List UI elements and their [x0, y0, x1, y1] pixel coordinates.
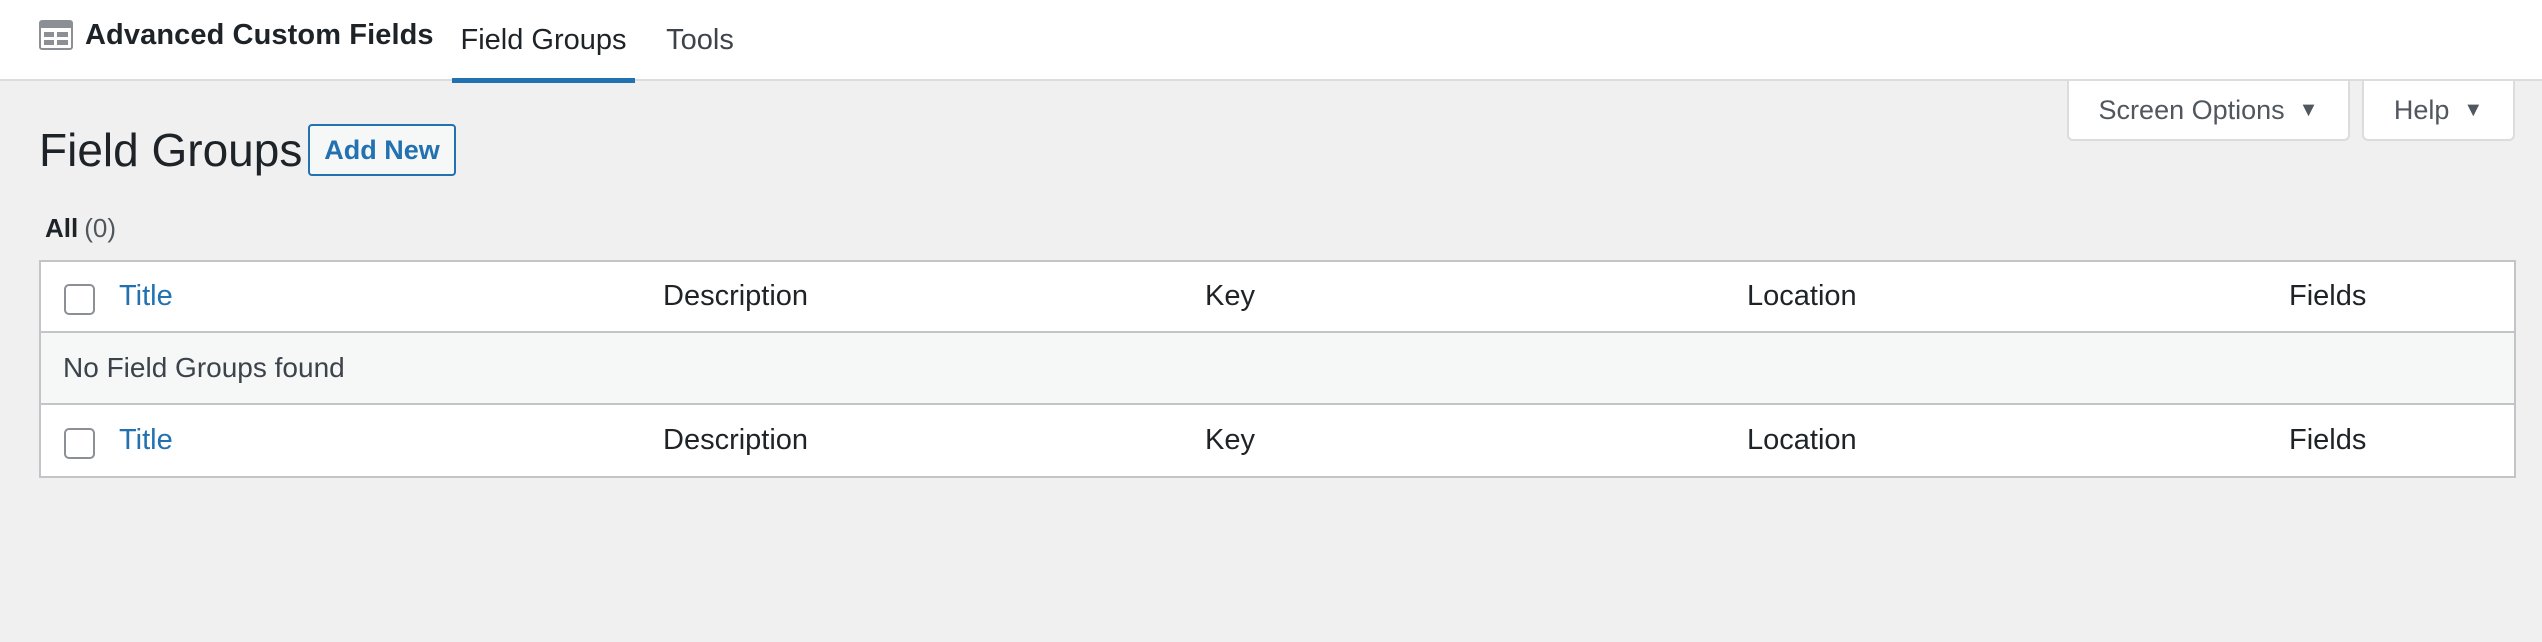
- table-empty-row: No Field Groups found: [41, 333, 2514, 405]
- filter-all-link[interactable]: All: [45, 213, 78, 243]
- column-header-description: Description: [663, 280, 809, 312]
- brand: Advanced Custom Fields: [39, 16, 434, 54]
- column-header-fields: Fields: [2289, 280, 2367, 312]
- screen-options-label: Screen Options: [2098, 94, 2285, 125]
- column-footer-description: Description: [663, 424, 809, 456]
- table-header-row: Title Description Key Location Fields: [41, 262, 2514, 333]
- column-header-location: Location: [1747, 280, 1857, 312]
- column-footer-key: Key: [1205, 424, 1255, 456]
- top-bar: Advanced Custom Fields Field Groups Tool…: [0, 0, 2542, 83]
- column-footer-fields: Fields: [2289, 424, 2367, 456]
- column-header-title[interactable]: Title: [119, 262, 173, 331]
- field-groups-table: Title Description Key Location Fields No…: [39, 260, 2516, 478]
- column-footer-title[interactable]: Title: [119, 405, 173, 476]
- help-button[interactable]: Help ▼: [2362, 81, 2515, 141]
- empty-message: No Field Groups found: [63, 352, 345, 383]
- tab-tools[interactable]: Tools: [653, 0, 747, 81]
- select-all-checkbox-footer[interactable]: [64, 428, 95, 459]
- filter-all-count: (0): [84, 213, 117, 243]
- select-all-checkbox[interactable]: [64, 284, 95, 315]
- table-footer-row: Title Description Key Location Fields: [41, 405, 2514, 476]
- caret-down-icon: ▼: [2298, 98, 2319, 121]
- caret-down-icon: ▼: [2463, 98, 2484, 121]
- page-title: Field Groups: [39, 124, 303, 176]
- status-filter: All (0): [45, 210, 116, 246]
- column-header-key: Key: [1205, 280, 1255, 312]
- screen-options-button[interactable]: Screen Options ▼: [2067, 81, 2350, 141]
- app-title: Advanced Custom Fields: [85, 18, 434, 51]
- acf-table-icon: [39, 20, 73, 50]
- help-label: Help: [2393, 94, 2450, 125]
- add-new-button[interactable]: Add New: [308, 124, 456, 176]
- column-footer-location: Location: [1747, 424, 1857, 456]
- tab-field-groups[interactable]: Field Groups: [452, 0, 635, 83]
